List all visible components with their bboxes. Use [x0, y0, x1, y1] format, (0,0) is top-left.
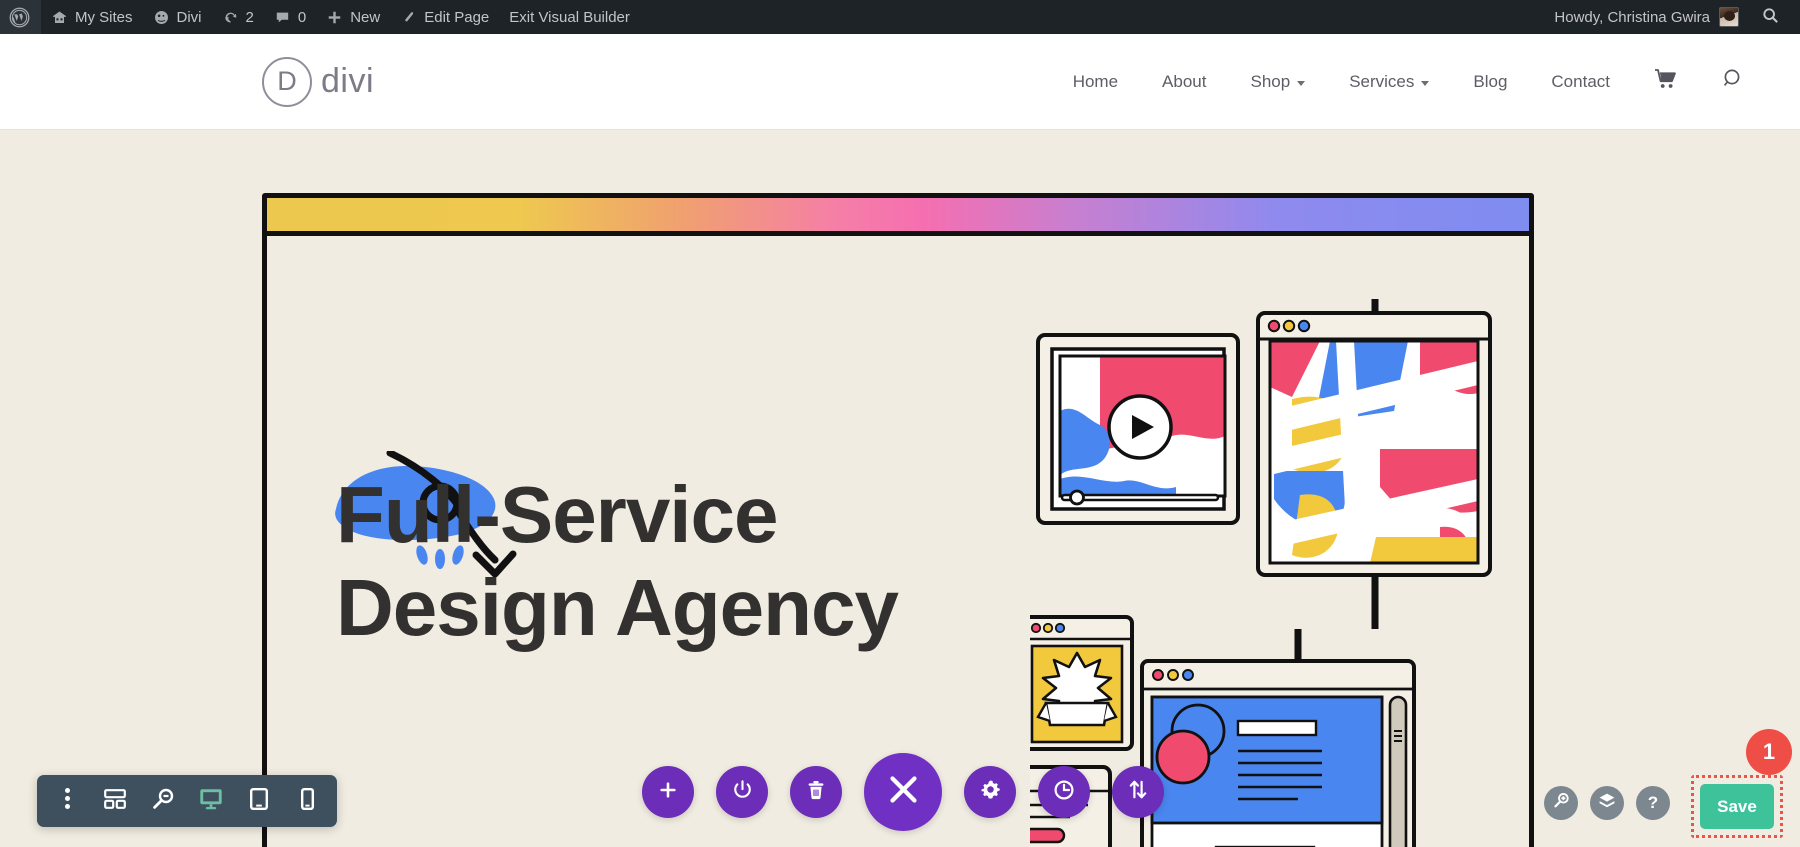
- nav-label-home: Home: [1072, 71, 1119, 91]
- howdy-greeting: Howdy, Christina Gwira: [1554, 8, 1710, 26]
- nav-label-services: Services: [1349, 71, 1415, 91]
- close-builder-button[interactable]: [864, 753, 942, 831]
- help-button[interactable]: ?: [1636, 786, 1670, 820]
- step-badge: 1: [1746, 729, 1792, 775]
- visual-builder-right-buttons: ?: [1544, 786, 1670, 820]
- admin-bar-label-exit-visual-builder: Exit Visual Builder: [509, 8, 630, 26]
- hero-heading: Full-Service Design Agency: [336, 469, 1016, 655]
- admin-bar-right-group: Howdy, Christina Gwira: [1544, 0, 1800, 34]
- sites-house-icon: [51, 9, 68, 26]
- close-x-icon: [888, 774, 919, 810]
- toolbar-tablet-view-button[interactable]: [235, 775, 283, 827]
- visual-builder-left-toolbar: [37, 775, 337, 827]
- hero-heading-line-1: Full-Service: [336, 470, 779, 559]
- save-button[interactable]: Save: [1700, 784, 1774, 829]
- toolbar-desktop-view-button[interactable]: [187, 775, 235, 827]
- sort-arrows-icon: [1128, 779, 1148, 805]
- admin-bar-label-comments-count: 0: [297, 8, 307, 26]
- nav-item-home[interactable]: Home: [1051, 72, 1140, 92]
- clear-layout-trash-button[interactable]: [790, 766, 842, 818]
- clock-history-icon: [1053, 779, 1075, 806]
- nav-item-contact[interactable]: Contact: [1529, 72, 1632, 92]
- tablet-icon: [250, 787, 269, 815]
- admin-bar-item-updates[interactable]: 2: [212, 0, 264, 34]
- toolbar-more-options-button[interactable]: [43, 775, 91, 827]
- cart-button[interactable]: [1632, 68, 1700, 95]
- hero-heading-line-2: Design Agency: [336, 562, 899, 652]
- nav-label-about: About: [1162, 71, 1207, 91]
- visual-builder-action-buttons: [642, 753, 1164, 831]
- portability-power-button[interactable]: [716, 766, 768, 818]
- primary-navigation: Home About Shop Services Blog Contact: [1051, 67, 1800, 96]
- gear-icon: [980, 779, 1001, 805]
- search-icon: [1761, 6, 1780, 29]
- admin-bar-label-new: New: [350, 8, 381, 26]
- plus-icon: [658, 780, 678, 805]
- toolbar-zoom-out-button[interactable]: [139, 775, 187, 827]
- admin-bar-label-my-sites: My Sites: [75, 8, 133, 26]
- wireframe-grid-icon: [104, 788, 126, 814]
- admin-bar-account-menu[interactable]: Howdy, Christina Gwira: [1544, 0, 1749, 34]
- nav-label-shop: Shop: [1250, 71, 1291, 91]
- site-search-button[interactable]: [1700, 67, 1800, 96]
- divi-logo-wordmark: divi: [321, 62, 375, 100]
- pencil-icon: [400, 9, 417, 26]
- builder-settings-button[interactable]: [964, 766, 1016, 818]
- hero-frame-gradient-bar: [267, 198, 1529, 236]
- site-logo[interactable]: D divi: [262, 56, 375, 107]
- admin-bar-item-comments[interactable]: 0: [264, 0, 316, 34]
- nav-item-about[interactable]: About: [1140, 72, 1228, 92]
- nav-label-blog: Blog: [1473, 71, 1508, 91]
- magnifier-plus-icon: [1553, 792, 1570, 814]
- divi-logo-mark: D: [262, 56, 312, 107]
- updates-refresh-icon: [222, 9, 239, 26]
- chevron-down-icon: [1297, 80, 1306, 86]
- search-icon: [1722, 67, 1746, 96]
- admin-bar-wordpress-logo[interactable]: [0, 0, 41, 34]
- admin-bar-item-exit-visual-builder[interactable]: Exit Visual Builder: [499, 0, 640, 34]
- admin-bar-left-group: My Sites Divi 2 0 New Edit Page Exit Vis…: [0, 0, 640, 34]
- nav-item-blog[interactable]: Blog: [1451, 72, 1529, 92]
- admin-bar-item-divi[interactable]: Divi: [143, 0, 212, 34]
- add-section-button[interactable]: [642, 766, 694, 818]
- page-canvas: Full-Service Design Agency Lorem ipsum d…: [0, 129, 1800, 847]
- nav-label-contact: Contact: [1551, 71, 1610, 91]
- layers-view-button[interactable]: [1590, 786, 1624, 820]
- phone-icon: [300, 787, 314, 815]
- admin-bar-item-edit-page[interactable]: Edit Page: [390, 0, 499, 34]
- help-question-icon: ?: [1647, 793, 1659, 812]
- admin-bar-item-my-sites[interactable]: My Sites: [41, 0, 143, 34]
- admin-bar-label-updates-count: 2: [245, 8, 254, 26]
- chevron-down-icon: [1421, 80, 1430, 86]
- reorder-sort-button[interactable]: [1112, 766, 1164, 818]
- desktop-monitor-icon: [199, 788, 223, 815]
- magnifier-minus-icon: [152, 788, 174, 815]
- admin-bar-search-button[interactable]: [1749, 0, 1792, 34]
- divi-gauge-icon: [153, 9, 170, 26]
- toolbar-wireframe-button[interactable]: [91, 775, 139, 827]
- site-header: D divi Home About Shop Services Blog Con…: [0, 34, 1800, 129]
- power-icon: [732, 779, 753, 805]
- nav-item-shop[interactable]: Shop: [1228, 72, 1327, 92]
- shopping-cart-icon: [1654, 68, 1678, 95]
- toolbar-phone-view-button[interactable]: [283, 775, 331, 827]
- editing-history-button[interactable]: [1038, 766, 1090, 818]
- visual-builder-screen: My Sites Divi 2 0 New Edit Page Exit Vis…: [0, 0, 1800, 847]
- comment-bubble-icon: [274, 9, 291, 26]
- vertical-dots-icon: [64, 788, 70, 814]
- plus-icon: [326, 9, 343, 26]
- admin-bar-item-new[interactable]: New: [316, 0, 390, 34]
- layers-icon: [1598, 792, 1616, 814]
- zoom-in-button[interactable]: [1544, 786, 1578, 820]
- admin-bar-label-edit-page: Edit Page: [424, 8, 490, 26]
- nav-item-services[interactable]: Services: [1327, 72, 1451, 92]
- save-button-wrapper: Save: [1691, 775, 1783, 838]
- wordpress-icon: [9, 7, 30, 28]
- avatar: [1719, 7, 1739, 27]
- wordpress-admin-bar: My Sites Divi 2 0 New Edit Page Exit Vis…: [0, 0, 1800, 34]
- admin-bar-label-divi: Divi: [176, 8, 202, 26]
- trash-icon: [807, 780, 825, 805]
